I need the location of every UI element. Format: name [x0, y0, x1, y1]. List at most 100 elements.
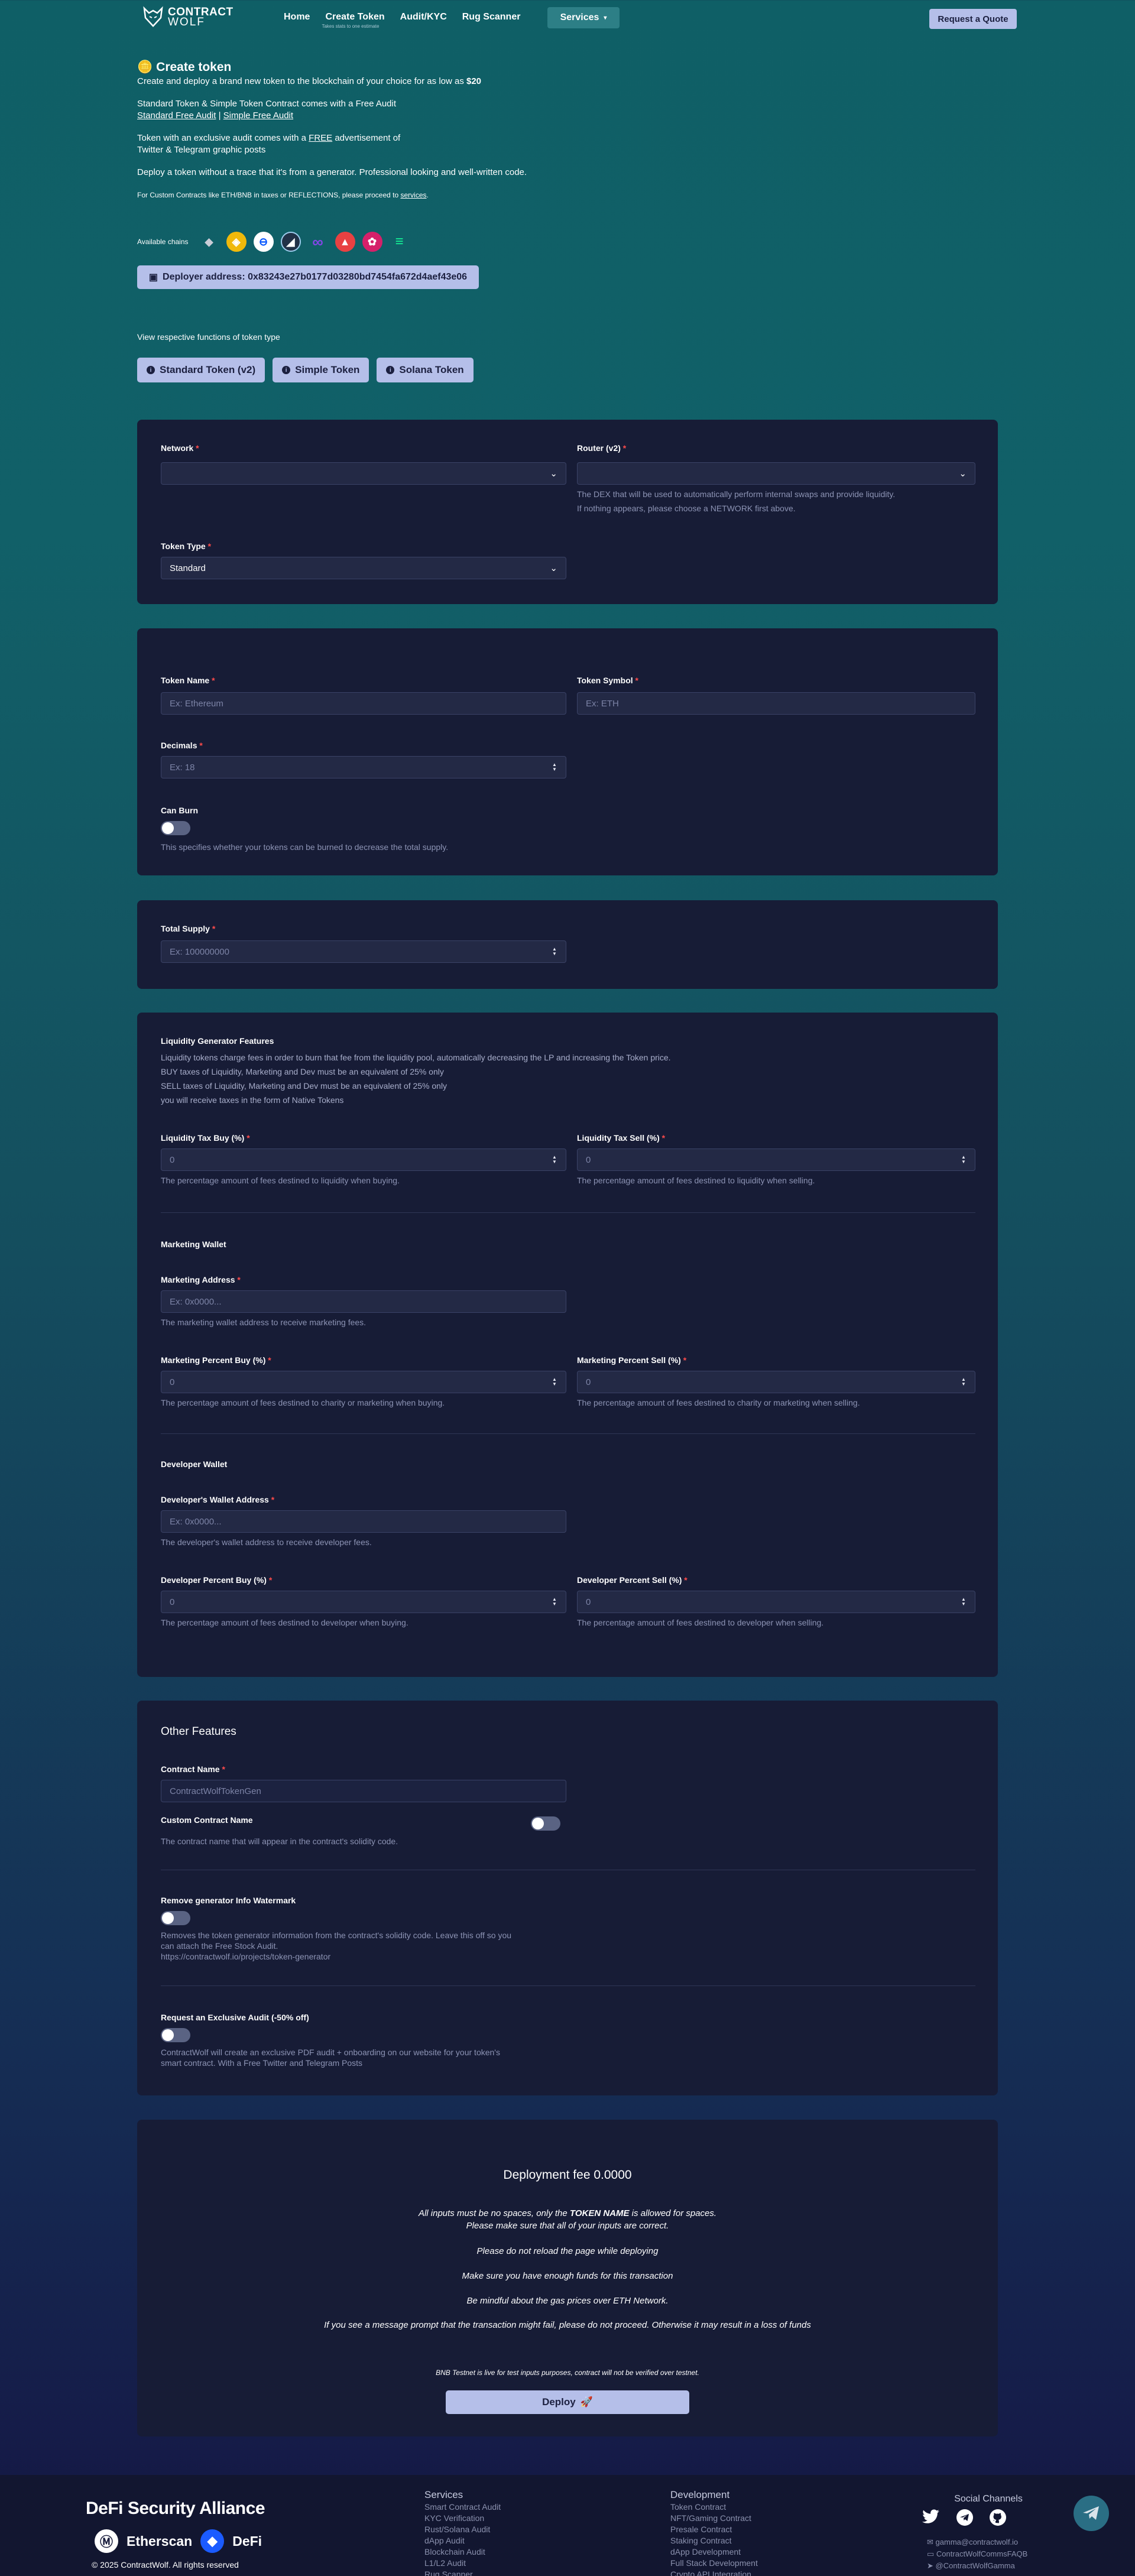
- avalanche-icon: ▲: [335, 232, 355, 252]
- footer-link[interactable]: Smart Contract Audit: [424, 2502, 501, 2513]
- stepper-icon[interactable]: ▲ ▼: [552, 1377, 557, 1387]
- footer-link[interactable]: L1/L2 Audit: [424, 2558, 501, 2569]
- stepper-icon[interactable]: ▲ ▼: [961, 1155, 967, 1164]
- etherscan-icon: Ⓜ: [95, 2529, 118, 2553]
- router-select[interactable]: ⌄: [577, 462, 975, 485]
- liquidity-generator-desc: Liquidity tokens charge fees in order to…: [161, 1050, 671, 1107]
- required-asterisk: *: [683, 1355, 687, 1365]
- deploy-note-5: Be mindful about the gas prices over ETH…: [466, 2296, 669, 2306]
- services-link[interactable]: services: [401, 191, 427, 199]
- marketing-sell-placeholder: 0: [586, 1377, 591, 1387]
- stepper-icon[interactable]: ▲ ▼: [552, 947, 557, 956]
- footer-link[interactable]: Staking Contract: [670, 2535, 758, 2546]
- chevron-down-icon: ⌄: [550, 563, 557, 573]
- marketing-sell-help: The percentage amount of fees destined t…: [577, 1398, 860, 1407]
- token-type-select[interactable]: Standard ⌄: [161, 557, 566, 579]
- stepper-icon[interactable]: ▲ ▼: [552, 763, 557, 772]
- token-symbol-input[interactable]: Ex: ETH: [577, 692, 975, 715]
- footer-dev-title: Development: [670, 2489, 730, 2500]
- simple-token-button[interactable]: i Simple Token: [273, 358, 369, 382]
- floating-telegram-button[interactable]: [1074, 2496, 1109, 2531]
- nav-audit-kyc[interactable]: Audit/KYC: [400, 12, 447, 22]
- developer-buy-help: The percentage amount of fees destined t…: [161, 1618, 408, 1627]
- exclusive-audit-help-2: smart contract. With a Free Twitter and …: [161, 2058, 363, 2068]
- liquidity-tax-buy-input[interactable]: 0 ▲ ▼: [161, 1149, 566, 1171]
- footer-link[interactable]: Rust/Solana Audit: [424, 2524, 501, 2535]
- divider: [161, 1212, 975, 1213]
- deployer-address-button[interactable]: ▣ Deployer address: 0x83243e27b0177d03280…: [137, 265, 479, 289]
- developer-buy-input[interactable]: 0 ▲ ▼: [161, 1591, 566, 1613]
- watermark-help-3[interactable]: https://contractwolf.io/projects/token-g…: [161, 1951, 511, 1962]
- watermark-help: Removes the token generator information …: [161, 1930, 511, 1962]
- stepper-icon[interactable]: ▲ ▼: [552, 1155, 557, 1164]
- footer-link[interactable]: Presale Contract: [670, 2524, 758, 2535]
- can-burn-toggle[interactable]: [161, 821, 190, 835]
- base-icon: ⊖: [253, 232, 274, 252]
- link-separator: |: [216, 111, 223, 121]
- social-icons: [922, 2509, 1006, 2526]
- deploy-button[interactable]: Deploy 🚀: [446, 2390, 689, 2414]
- chevron-down-icon: ▾: [604, 14, 607, 21]
- exclusive-audit-toggle[interactable]: [161, 2028, 190, 2042]
- telegram-plane-icon: [1083, 2506, 1099, 2520]
- token-name-label-text: Token Name: [161, 676, 210, 685]
- total-supply-input[interactable]: Ex: 100000000 ▲ ▼: [161, 940, 566, 963]
- token-symbol-label-text: Token Symbol: [577, 676, 633, 685]
- developer-sell-input[interactable]: 0 ▲ ▼: [577, 1591, 975, 1613]
- request-quote-button[interactable]: Request a Quote: [929, 9, 1017, 29]
- decimals-input[interactable]: Ex: 18 ▲ ▼: [161, 756, 566, 778]
- stepper-icon[interactable]: ▲ ▼: [961, 1377, 967, 1387]
- liq-buy-placeholder: 0: [170, 1154, 175, 1165]
- note1-pre: All inputs must be no spaces, only the: [418, 2208, 570, 2218]
- required-asterisk: *: [212, 676, 215, 685]
- contact-handle-2[interactable]: ➤ @ContractWolfGamma: [927, 2560, 1027, 2572]
- intro-line3: Token with an exclusive audit comes with…: [137, 132, 563, 144]
- token-name-input[interactable]: Ex: Ethereum: [161, 692, 566, 715]
- brand-logo[interactable]: CONTRACT WOLF: [142, 6, 234, 28]
- marketing-sell-input[interactable]: 0 ▲ ▼: [577, 1371, 975, 1393]
- footer-link[interactable]: Full Stack Development: [670, 2558, 758, 2569]
- watermark-toggle[interactable]: [161, 1911, 190, 1925]
- contract-name-input[interactable]: ContractWolfTokenGen: [161, 1780, 566, 1802]
- contact-email[interactable]: ✉ gamma@contractwolf.io: [927, 2536, 1027, 2548]
- footer-link[interactable]: Token Contract: [670, 2502, 758, 2513]
- services-dropdown[interactable]: Services ▾: [547, 7, 620, 28]
- stepper-icon[interactable]: ▲ ▼: [552, 1597, 557, 1607]
- footer-link[interactable]: Blockchain Audit: [424, 2546, 501, 2558]
- simple-audit-link[interactable]: Simple Free Audit: [223, 111, 293, 121]
- email-text: gamma@contractwolf.io: [935, 2538, 1019, 2546]
- etherscan-label: Etherscan: [127, 2533, 193, 2549]
- custom-contract-name-toggle[interactable]: [531, 1816, 560, 1831]
- marketing-buy-input[interactable]: 0 ▲ ▼: [161, 1371, 566, 1393]
- standard-token-button[interactable]: i Standard Token (v2): [137, 358, 265, 382]
- liquidity-tax-sell-input[interactable]: 0 ▲ ▼: [577, 1149, 975, 1171]
- footer-link[interactable]: NFT/Gaming Contract: [670, 2513, 758, 2524]
- footer-link[interactable]: dApp Audit: [424, 2535, 501, 2546]
- contract-name-placeholder: ContractWolfTokenGen: [170, 1786, 261, 1796]
- deploy-note-2: Please make sure that all of your inputs…: [466, 2221, 669, 2231]
- telegram-icon[interactable]: [956, 2509, 973, 2526]
- nav-rug-scanner[interactable]: Rug Scanner: [462, 12, 521, 22]
- twitter-icon[interactable]: [922, 2509, 940, 2525]
- polygon-icon: ∞: [312, 232, 323, 251]
- footer-link[interactable]: dApp Development: [670, 2546, 758, 2558]
- standard-audit-link[interactable]: Standard Free Audit: [137, 111, 216, 121]
- footer-link[interactable]: KYC Verification: [424, 2513, 501, 2524]
- network-select[interactable]: ⌄: [161, 462, 566, 485]
- deploy-note-6: If you see a message prompt that the tra…: [324, 2320, 811, 2330]
- page-title: 🪙 Create token: [137, 61, 563, 73]
- free-link[interactable]: FREE: [309, 133, 332, 143]
- stepper-icon[interactable]: ▲ ▼: [961, 1597, 967, 1607]
- developer-address-input[interactable]: Ex: 0x0000...: [161, 1510, 566, 1533]
- audit-links: Standard Free Audit | Simple Free Audit: [137, 110, 563, 122]
- nav-create-token[interactable]: Create Token Takes stats to one estimate: [322, 12, 384, 29]
- footer-link[interactable]: Crypto API Integration: [670, 2569, 758, 2576]
- contact-handle-1[interactable]: ▭ ContractWolfCommsFAQB: [927, 2548, 1027, 2560]
- solana-token-button[interactable]: i Solana Token: [377, 358, 474, 382]
- nav-create-token-sub: Takes stats to one estimate: [322, 24, 380, 29]
- nav-home[interactable]: Home: [284, 12, 310, 22]
- footer-link[interactable]: Rug Scanner: [424, 2569, 501, 2576]
- deploy-note-3: Please do not reload the page while depl…: [476, 2246, 659, 2256]
- marketing-address-input[interactable]: Ex: 0x0000...: [161, 1290, 566, 1313]
- github-icon[interactable]: [990, 2509, 1006, 2526]
